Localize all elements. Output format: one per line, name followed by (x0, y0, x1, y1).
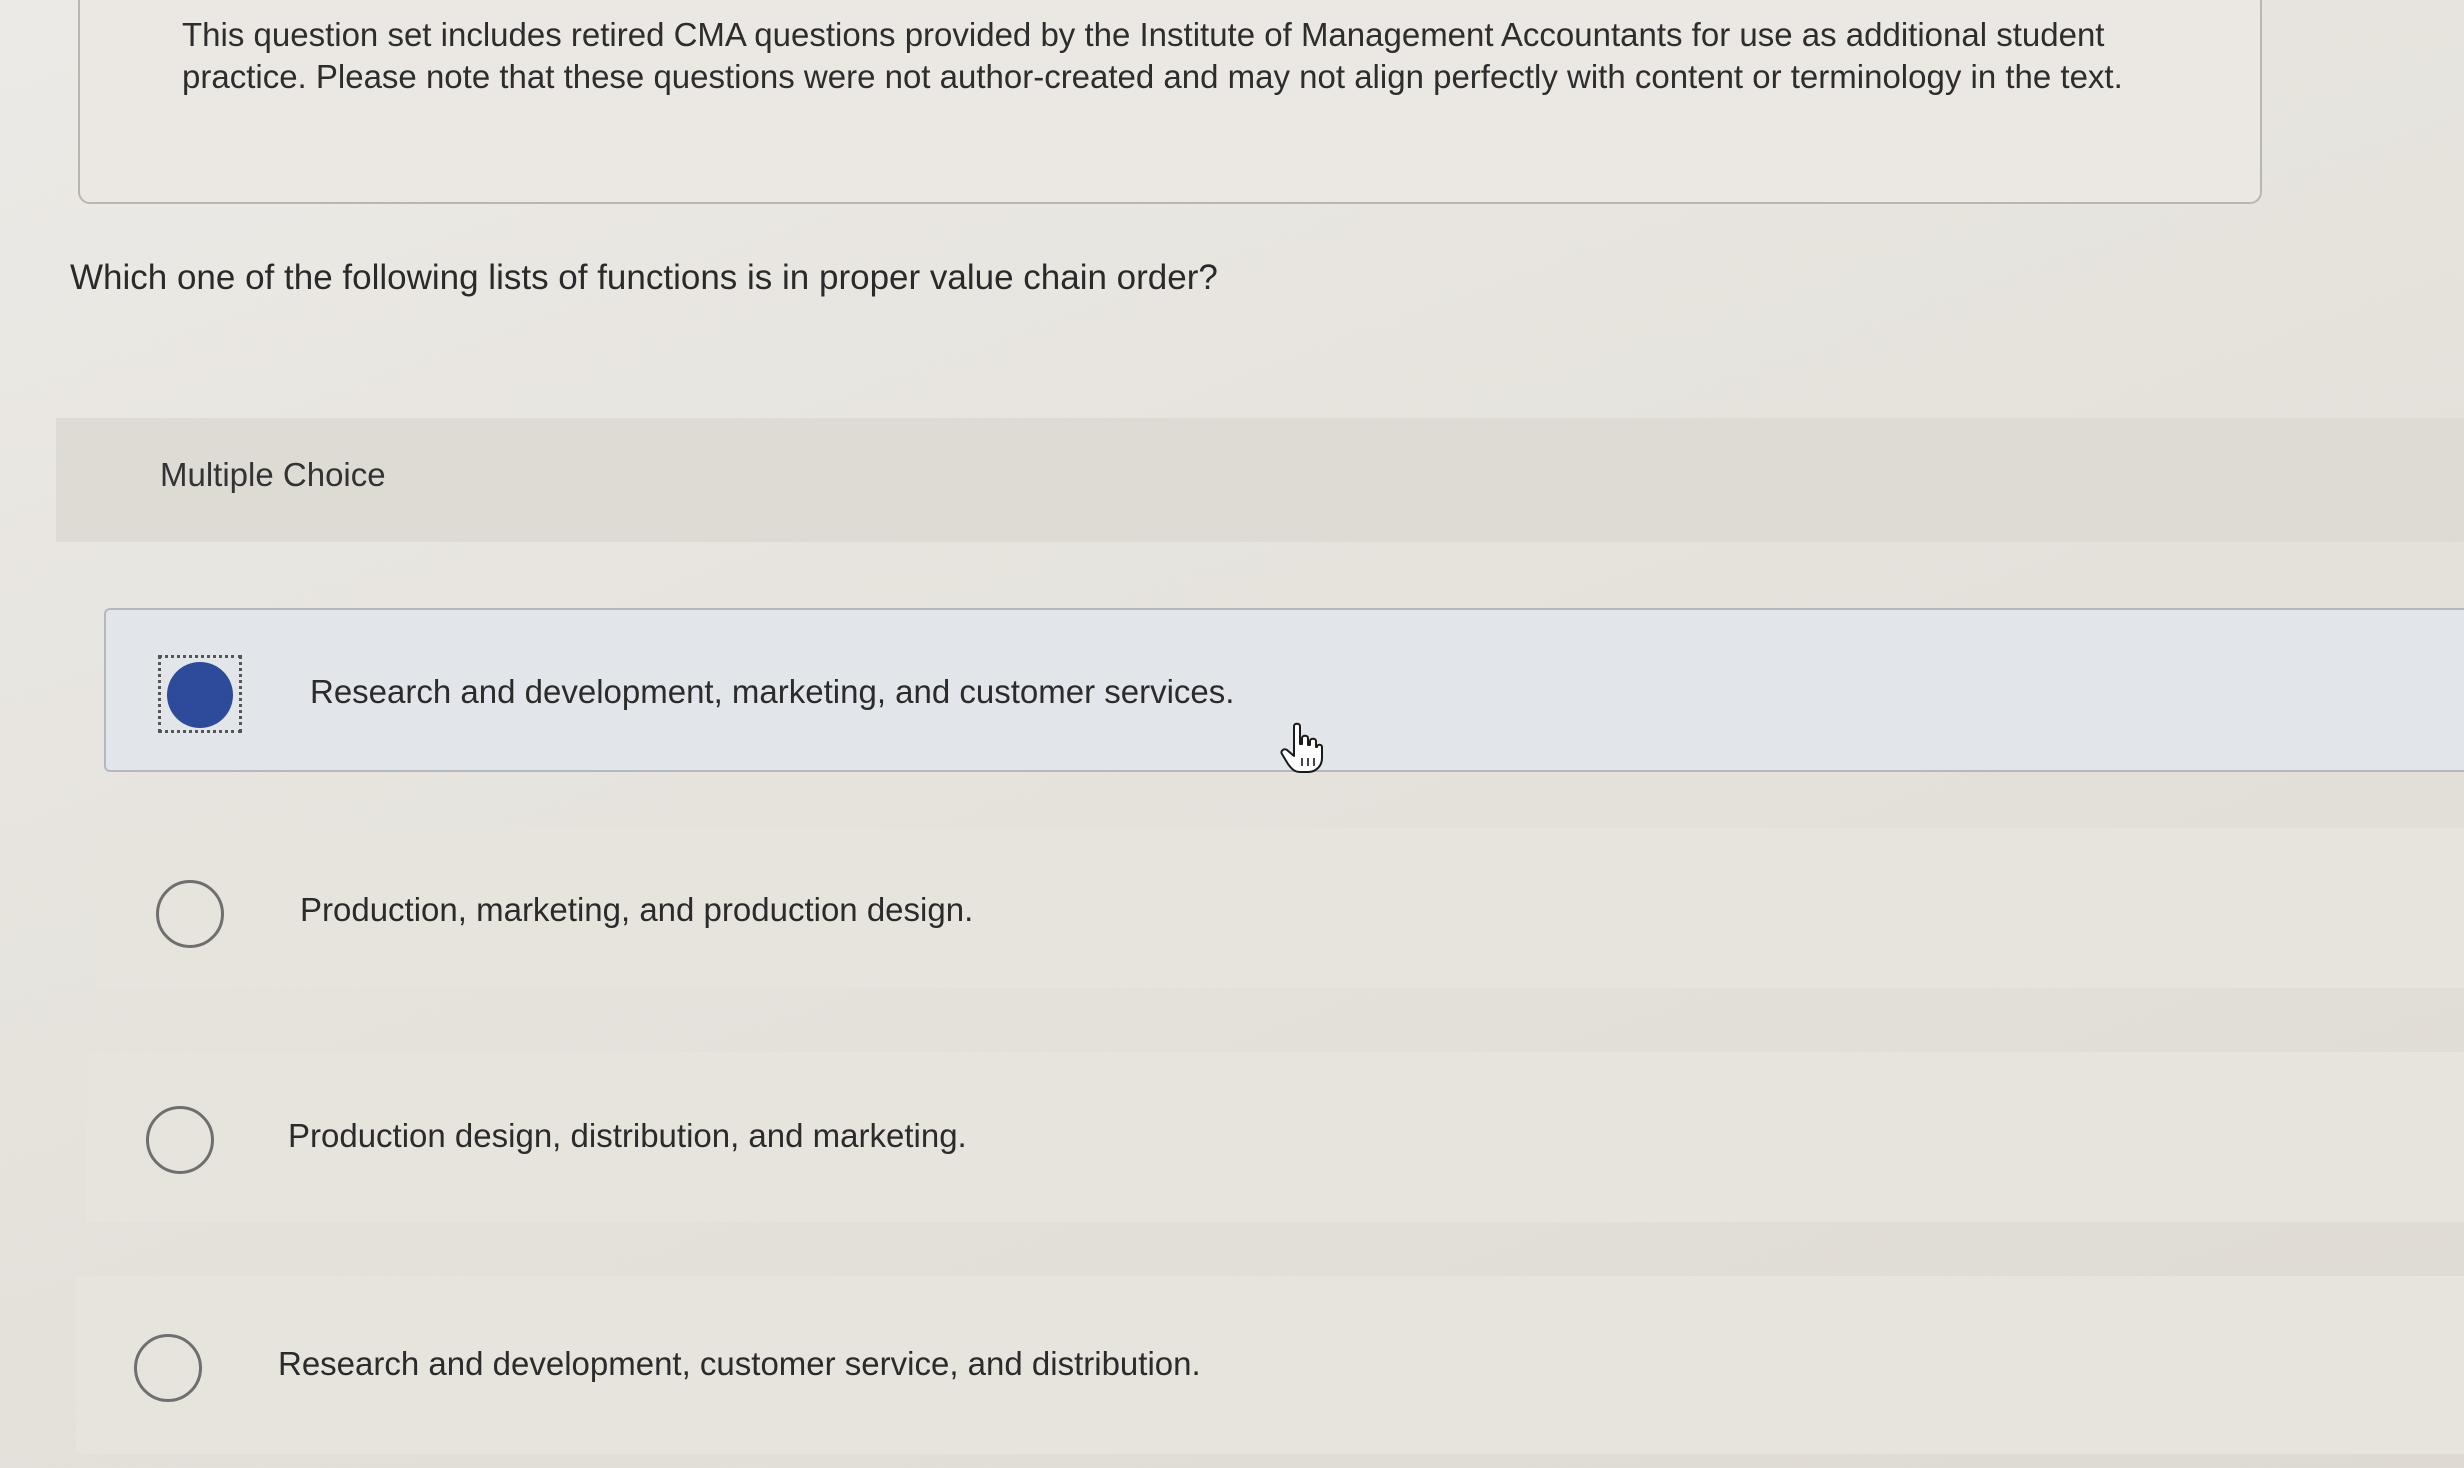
choice-label-4: Research and development, customer servi… (278, 1345, 1201, 1382)
radio-button[interactable] (156, 880, 224, 948)
radio-button[interactable] (134, 1334, 202, 1402)
radio-focus-ring (158, 655, 242, 733)
question-prompt: Which one of the following lists of func… (70, 258, 1218, 297)
choice-label-2: Production, marketing, and production de… (300, 891, 974, 928)
notice-text: This question set includes retired CMA q… (182, 16, 2123, 95)
radio-button[interactable] (146, 1106, 214, 1174)
notice-box: This question set includes retired CMA q… (78, 0, 2262, 204)
choice-option-2[interactable]: Production, marketing, and production de… (96, 828, 2464, 988)
choice-label-3: Production design, distribution, and mar… (288, 1117, 967, 1154)
choice-option-4[interactable]: Research and development, customer servi… (76, 1276, 2464, 1454)
hand-pointer-icon (1280, 722, 1323, 773)
choice-label-1: Research and development, marketing, and… (310, 673, 1235, 710)
multiple-choice-label: Multiple Choice (160, 456, 386, 493)
choice-option-3[interactable]: Production design, distribution, and mar… (86, 1052, 2464, 1222)
radio-button-selected[interactable] (167, 662, 233, 728)
multiple-choice-header: Multiple Choice (56, 418, 2464, 542)
